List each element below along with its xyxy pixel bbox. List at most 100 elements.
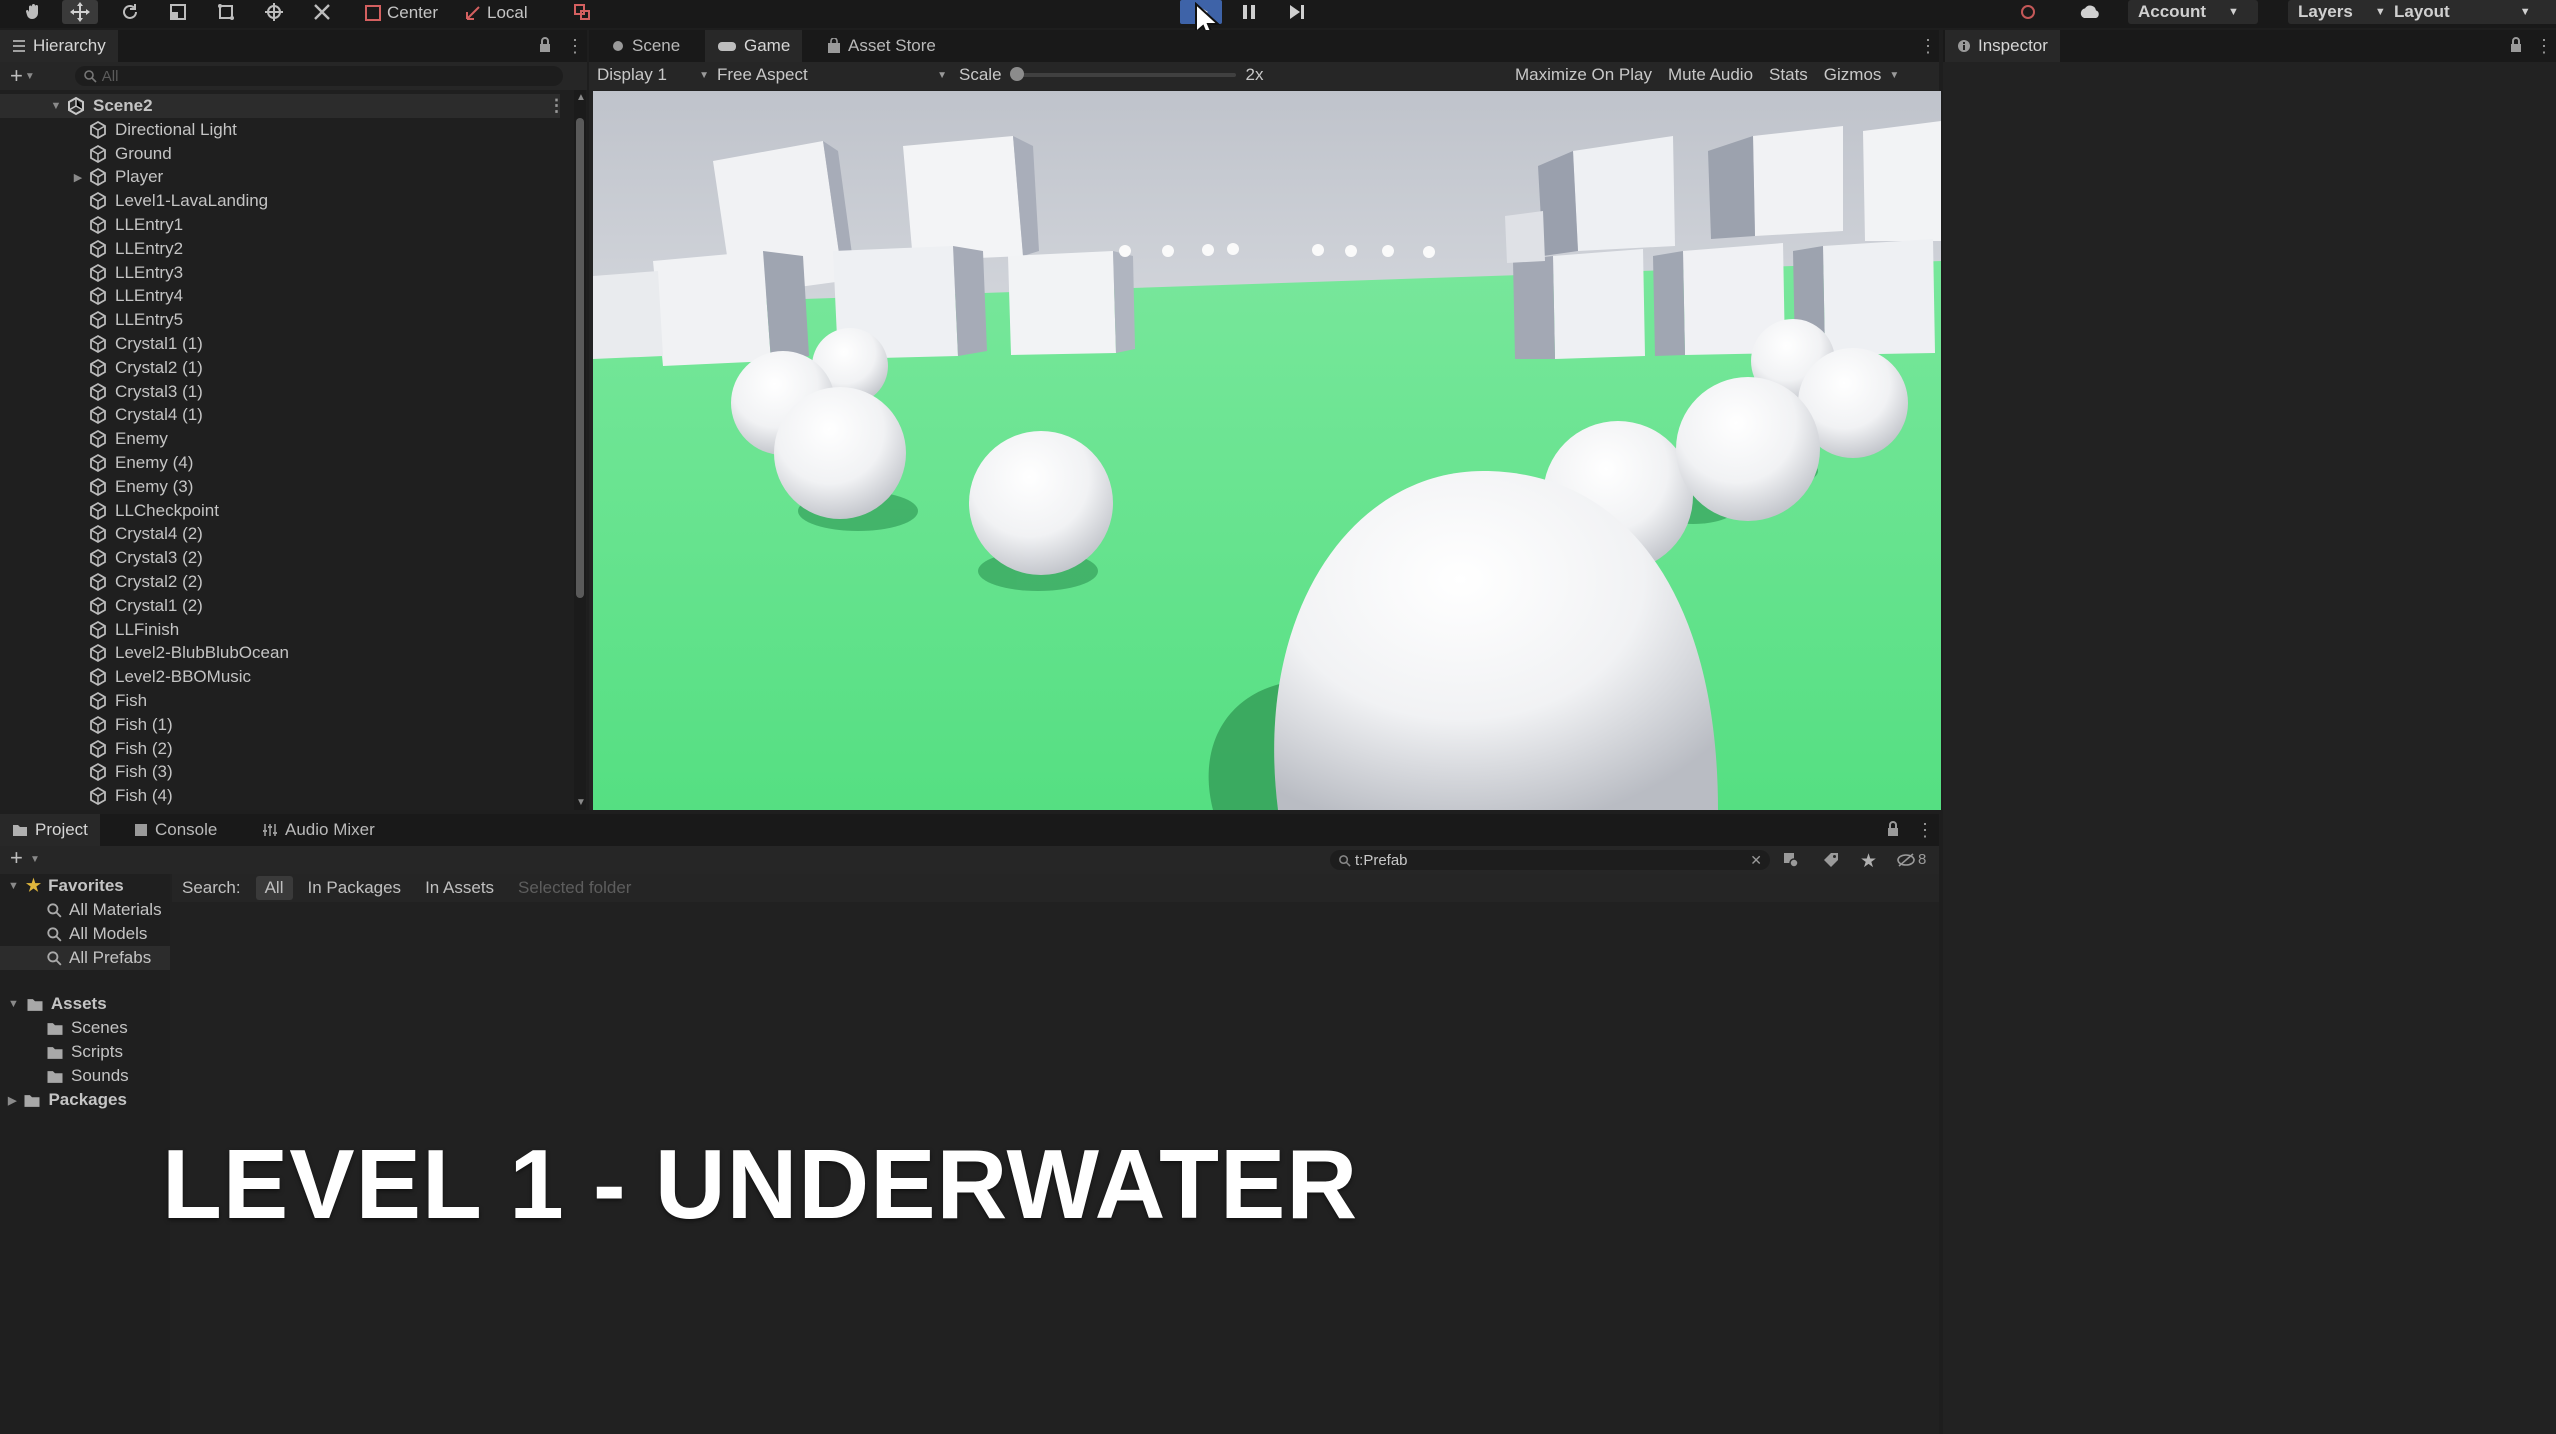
hierarchy-item[interactable]: LLEntry5 [0, 308, 560, 332]
mute-audio-toggle[interactable]: Mute Audio [1668, 65, 1753, 85]
layout-dropdown[interactable]: Layout ▼ [2384, 0, 2556, 24]
hierarchy-item[interactable]: Fish (3) [0, 761, 560, 785]
collab-icon[interactable] [2010, 0, 2046, 24]
hand-tool-icon[interactable] [16, 0, 52, 24]
hierarchy-item[interactable]: Crystal3 (1) [0, 380, 560, 404]
hierarchy-item[interactable]: Enemy (3) [0, 475, 560, 499]
hierarchy-item[interactable]: Crystal2 (2) [0, 570, 560, 594]
folder-scenes[interactable]: Scenes [46, 1016, 128, 1040]
search-by-type-icon[interactable] [1782, 851, 1800, 869]
hierarchy-item[interactable]: Level2-BlubBlubOcean [0, 642, 560, 666]
kebab-menu-icon[interactable]: ⋮ [2535, 36, 2553, 57]
hierarchy-item[interactable]: Fish (1) [0, 713, 560, 737]
expand-arrow-icon[interactable]: ▶ [8, 1094, 16, 1107]
tab-asset-store[interactable]: Asset Store [815, 30, 948, 62]
kebab-menu-icon[interactable]: ⋮ [1919, 36, 1937, 57]
hierarchy-item[interactable]: LLEntry3 [0, 261, 560, 285]
layers-dropdown[interactable]: Layers ▼ [2288, 0, 2398, 24]
stats-toggle[interactable]: Stats [1769, 65, 1808, 85]
scrollbar-thumb[interactable] [576, 118, 584, 598]
hierarchy-item[interactable]: Crystal2 (1) [0, 356, 560, 380]
hierarchy-item[interactable]: LLEntry4 [0, 285, 560, 309]
hierarchy-item[interactable]: Fish (4) [0, 784, 560, 808]
hierarchy-item[interactable]: Enemy (4) [0, 451, 560, 475]
hierarchy-item[interactable]: Crystal4 (1) [0, 404, 560, 428]
hierarchy-item[interactable]: Enemy [0, 427, 560, 451]
favorites-section[interactable]: ▼ ★ Favorites [8, 874, 124, 898]
tab-game[interactable]: Game [705, 30, 803, 62]
custom-tool-icon[interactable] [304, 0, 340, 24]
hierarchy-item[interactable]: Level1-LavaLanding [0, 189, 560, 213]
favorite-all-prefabs[interactable]: All Prefabs [0, 946, 170, 970]
pivot-mode-button[interactable]: Center [364, 2, 438, 24]
filter-selected-folder[interactable]: Selected folder [509, 876, 640, 900]
gizmos-toggle[interactable]: Gizmos [1824, 65, 1882, 85]
scale-tool-icon[interactable] [160, 0, 196, 24]
game-viewport[interactable] [593, 91, 1941, 810]
hierarchy-item[interactable]: LLEntry1 [0, 213, 560, 237]
tab-console[interactable]: Console [122, 814, 229, 846]
hierarchy-item[interactable]: Fish [0, 689, 560, 713]
aspect-dropdown[interactable]: Free Aspect ▼ [717, 65, 947, 85]
hierarchy-item[interactable]: Crystal4 (2) [0, 523, 560, 547]
packages-folder[interactable]: ▶ Packages [8, 1088, 127, 1112]
maximize-on-play-toggle[interactable]: Maximize On Play [1515, 65, 1652, 85]
create-asset-icon[interactable]: + [10, 847, 23, 869]
scene-row[interactable]: ▼ Scene2 ⋮ [0, 94, 565, 118]
scale-slider-thumb[interactable] [1009, 67, 1024, 81]
pause-button[interactable] [1228, 0, 1270, 24]
lock-icon[interactable] [538, 37, 552, 53]
expand-arrow-icon[interactable]: ▼ [8, 998, 19, 1010]
display-dropdown[interactable]: Display 1 ▼ [597, 65, 709, 85]
add-object-icon[interactable]: + [10, 65, 23, 87]
clear-search-icon[interactable]: ✕ [1750, 852, 1762, 869]
hierarchy-item[interactable]: Directional Light [0, 118, 560, 142]
tab-project[interactable]: Project [0, 814, 100, 846]
tab-audio-mixer[interactable]: Audio Mixer [250, 814, 387, 846]
hierarchy-search-input[interactable]: All [74, 66, 563, 86]
tab-hierarchy[interactable]: Hierarchy [0, 30, 118, 62]
hidden-packages-toggle[interactable]: 8 [1896, 851, 1926, 868]
kebab-menu-icon[interactable]: ⋮ [566, 36, 584, 57]
hierarchy-scrollbar[interactable]: ▲ ▼ [574, 90, 586, 810]
favorite-star-icon[interactable]: ★ [1860, 850, 1877, 873]
pivot-space-button[interactable]: Local [464, 2, 528, 24]
scale-slider[interactable] [1009, 67, 1236, 81]
hierarchy-item[interactable]: Fish (2) [0, 737, 560, 761]
hierarchy-item[interactable]: Crystal1 (2) [0, 594, 560, 618]
snap-settings-icon[interactable] [564, 0, 600, 24]
assets-folder[interactable]: ▼ Assets [8, 992, 107, 1016]
folder-scripts[interactable]: Scripts [46, 1040, 123, 1064]
hierarchy-item[interactable]: Ground [0, 142, 560, 166]
filter-in-assets[interactable]: In Assets [416, 876, 503, 900]
hierarchy-item[interactable]: LLCheckpoint [0, 499, 560, 523]
rect-tool-icon[interactable] [208, 0, 244, 24]
kebab-menu-icon[interactable]: ⋮ [1916, 820, 1934, 841]
filter-in-packages[interactable]: In Packages [299, 876, 411, 900]
tab-scene[interactable]: Scene [599, 30, 692, 62]
hierarchy-item[interactable]: LLFinish [0, 618, 560, 642]
transform-tool-icon[interactable] [256, 0, 292, 24]
rotate-tool-icon[interactable] [112, 0, 148, 24]
step-button[interactable] [1276, 0, 1318, 24]
hierarchy-item[interactable]: LLEntry2 [0, 237, 560, 261]
expand-arrow-icon[interactable]: ▼ [8, 880, 19, 892]
scroll-up-icon[interactable]: ▲ [576, 92, 586, 103]
move-tool-icon[interactable] [62, 0, 98, 24]
search-by-label-icon[interactable] [1822, 851, 1840, 869]
account-dropdown[interactable]: Account ▼ [2128, 0, 2258, 24]
hierarchy-item[interactable]: Level2-BBOMusic [0, 665, 560, 689]
kebab-menu-icon[interactable]: ⋮ [548, 96, 565, 116]
project-search-input[interactable]: t:Prefab ✕ [1330, 850, 1770, 870]
expand-arrow-icon[interactable]: ▼ [50, 100, 62, 112]
scroll-down-icon[interactable]: ▼ [576, 797, 586, 808]
hierarchy-item[interactable]: Crystal3 (2) [0, 546, 560, 570]
favorite-all-materials[interactable]: All Materials [46, 898, 162, 922]
cloud-icon[interactable] [2072, 0, 2108, 24]
favorite-all-models[interactable]: All Models [46, 922, 147, 946]
hierarchy-item[interactable]: Crystal1 (1) [0, 332, 560, 356]
hierarchy-item[interactable]: ▶ Player [0, 166, 560, 190]
filter-all[interactable]: All [255, 876, 293, 900]
lock-icon[interactable] [1886, 821, 1900, 837]
tab-inspector[interactable]: Inspector [1945, 30, 2060, 62]
